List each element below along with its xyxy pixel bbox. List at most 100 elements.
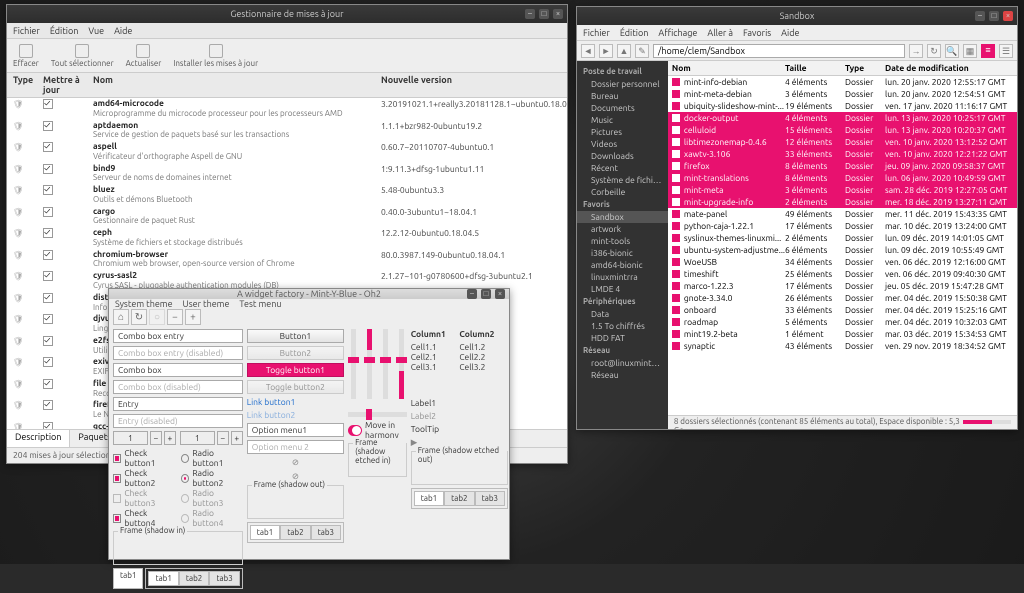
sidebar-item[interactable]: Videos xyxy=(577,138,668,150)
update-checkbox[interactable] xyxy=(43,185,53,195)
plus-icon[interactable]: + xyxy=(185,309,201,325)
minimize-button[interactable]: – xyxy=(975,11,985,21)
maximize-button[interactable]: □ xyxy=(481,289,491,299)
radio-1[interactable]: Radio button1 xyxy=(181,448,243,468)
sidebar-item[interactable]: Réseau xyxy=(577,369,668,381)
menu-help[interactable]: Aide xyxy=(114,26,132,36)
vscale-1[interactable] xyxy=(351,329,356,399)
file-row[interactable]: xawtv-3.10633 élémentsDossierven. 10 jan… xyxy=(668,148,1017,160)
list-view-button[interactable]: ≡ xyxy=(981,44,995,58)
file-row[interactable]: syslinux-themes-linuxmi...2 élémentsDoss… xyxy=(668,232,1017,244)
menu-file[interactable]: Fichier xyxy=(583,28,610,38)
menu-view[interactable]: Affichage xyxy=(658,28,697,38)
clear-button[interactable]: Effacer xyxy=(13,44,39,68)
check-1[interactable]: Check button1 xyxy=(113,448,175,468)
update-checkbox[interactable] xyxy=(43,357,53,367)
go-button[interactable]: → xyxy=(909,44,923,58)
update-row[interactable]: 🛡cargoGestionnaire de paquet Rust0.40.0-… xyxy=(7,206,567,228)
sidebar-item[interactable]: Pictures xyxy=(577,126,668,138)
menu-system-theme[interactable]: System theme xyxy=(115,299,173,309)
link-1[interactable]: Link button1 xyxy=(247,397,344,407)
close-button[interactable]: × xyxy=(1003,11,1013,21)
file-row[interactable]: marco-1.22.317 élémentsDossierjeu. 05 dé… xyxy=(668,280,1017,292)
file-row[interactable]: mint-meta3 élémentsDossiersam. 28 déc. 2… xyxy=(668,184,1017,196)
file-row[interactable]: mint-info-debian4 élémentsDossierlun. 20… xyxy=(668,76,1017,88)
col-upgrade[interactable]: Mettre à jour xyxy=(43,75,93,95)
update-row[interactable]: 🛡chromium-browserChromium web browser, o… xyxy=(7,249,567,271)
sidebar-item[interactable]: Récent xyxy=(577,162,668,174)
path-entry[interactable]: /home/clem/Sandbox xyxy=(653,44,905,58)
menu-view[interactable]: Vue xyxy=(88,26,104,36)
update-row[interactable]: 🛡aptdaemonService de gestion de paquets … xyxy=(7,120,567,142)
sidebar-item[interactable]: HDD FAT xyxy=(577,332,668,344)
file-row[interactable]: ubiquity-slideshow-mint-...19 élémentsDo… xyxy=(668,100,1017,112)
refresh-icon[interactable]: ↻ xyxy=(131,309,147,325)
install-button[interactable]: Installer les mises à jour xyxy=(173,44,258,68)
update-checkbox[interactable] xyxy=(43,142,53,152)
notebook-mid[interactable]: tab1tab2tab3 xyxy=(250,525,341,540)
sidebar-item[interactable]: Music xyxy=(577,114,668,126)
combo-box[interactable]: Combo box xyxy=(113,363,243,377)
back-button[interactable]: ◄ xyxy=(581,44,595,58)
update-row[interactable]: 🛡bind9Serveur de noms de domaines intern… xyxy=(7,163,567,185)
update-checkbox[interactable] xyxy=(43,336,53,346)
entry-field[interactable]: Entry xyxy=(113,397,243,411)
file-row[interactable]: docker-output4 élémentsDossierlun. 13 ja… xyxy=(668,112,1017,124)
forward-button[interactable]: ► xyxy=(599,44,613,58)
refresh-button[interactable]: Actualiser xyxy=(126,44,162,68)
check-2[interactable]: Check button2 xyxy=(113,468,175,488)
up-button[interactable]: ▲ xyxy=(617,44,631,58)
file-row[interactable]: gnote-3.34.026 élémentsDossiermer. 04 dé… xyxy=(668,292,1017,304)
close-button[interactable]: × xyxy=(495,289,505,299)
sidebar[interactable]: Poste de travail Dossier personnelBureau… xyxy=(577,61,668,429)
update-checkbox[interactable] xyxy=(43,293,53,303)
select-all-button[interactable]: Tout sélectionner xyxy=(51,44,114,68)
file-row[interactable]: firefox8 élémentsDossierjeu. 09 janv. 20… xyxy=(668,160,1017,172)
update-checkbox[interactable] xyxy=(43,314,53,324)
close-button[interactable]: × xyxy=(553,9,563,19)
maximize-button[interactable]: □ xyxy=(989,11,999,21)
update-checkbox[interactable] xyxy=(43,422,53,429)
tree-row[interactable]: Cell1.1Cell1.2 xyxy=(411,342,508,352)
file-row[interactable]: python-caja-1.22.117 élémentsDossiermar.… xyxy=(668,220,1017,232)
file-row[interactable]: synaptic43 élémentsDossierven. 29 nov. 2… xyxy=(668,340,1017,352)
menu-test[interactable]: Test menu xyxy=(239,299,281,309)
file-row[interactable]: mint19.2-beta1 élémentDossiermar. 03 déc… xyxy=(668,328,1017,340)
sidebar-item[interactable]: Corbeille xyxy=(577,186,668,198)
sidebar-item[interactable]: Bureau xyxy=(577,90,668,102)
sidebar-item[interactable]: artwork xyxy=(577,223,668,235)
tree-row[interactable]: Cell3.1Cell3.2 xyxy=(411,362,508,372)
sidebar-item[interactable]: 1.5 To chiffrés xyxy=(577,320,668,332)
update-checkbox[interactable] xyxy=(43,379,53,389)
file-row[interactable]: mint-upgrade-info2 élémentsDossiermer. 1… xyxy=(668,196,1017,208)
file-row[interactable]: WoeUSB34 élémentsDossierven. 06 déc. 201… xyxy=(668,256,1017,268)
tree-col1[interactable]: Column1 xyxy=(411,329,460,339)
radio-2[interactable]: Radio button2 xyxy=(181,468,243,488)
titlebar[interactable]: A widget factory - Mint-Y-Blue - Oh2 –□× xyxy=(109,289,509,299)
update-checkbox[interactable] xyxy=(43,228,53,238)
update-checkbox[interactable] xyxy=(43,207,53,217)
col-type[interactable]: Type xyxy=(845,63,885,73)
compact-view-button[interactable]: ☰ xyxy=(999,44,1013,58)
col-size[interactable]: Taille xyxy=(785,63,845,73)
file-row[interactable]: mint-meta-debian3 élémentsDossierlun. 20… xyxy=(668,88,1017,100)
tab-description[interactable]: Description xyxy=(7,430,70,447)
spin-button-2[interactable]: 1−+ xyxy=(180,431,243,445)
button-1[interactable]: Button1 xyxy=(247,329,344,343)
col-date[interactable]: Date de modification xyxy=(885,63,1013,73)
update-row[interactable]: 🛡amd64-microcodeMicroprogramme du microc… xyxy=(7,98,567,120)
maximize-button[interactable]: □ xyxy=(539,9,549,19)
file-row[interactable]: libtimezonemap-0.4.612 élémentsDossierve… xyxy=(668,136,1017,148)
file-row[interactable]: roadmap5 élémentsDossiermer. 04 déc. 201… xyxy=(668,316,1017,328)
tree-col2[interactable]: Column2 xyxy=(459,329,508,339)
menu-file[interactable]: Fichier xyxy=(13,26,40,36)
icon-view-button[interactable]: ▦ xyxy=(963,44,977,58)
update-row[interactable]: 🛡cephSystème de fichiers et stockage dis… xyxy=(7,227,567,249)
sidebar-item[interactable]: i386-bionic xyxy=(577,247,668,259)
sidebar-item[interactable]: Sandbox xyxy=(577,211,668,223)
vscale-4[interactable] xyxy=(399,329,404,399)
path-toggle[interactable]: ✎ xyxy=(635,44,649,58)
titlebar[interactable]: Sandbox –□× xyxy=(577,7,1017,25)
minus-icon[interactable]: − xyxy=(167,309,183,325)
sidebar-item[interactable]: linuxmintrra xyxy=(577,271,668,283)
